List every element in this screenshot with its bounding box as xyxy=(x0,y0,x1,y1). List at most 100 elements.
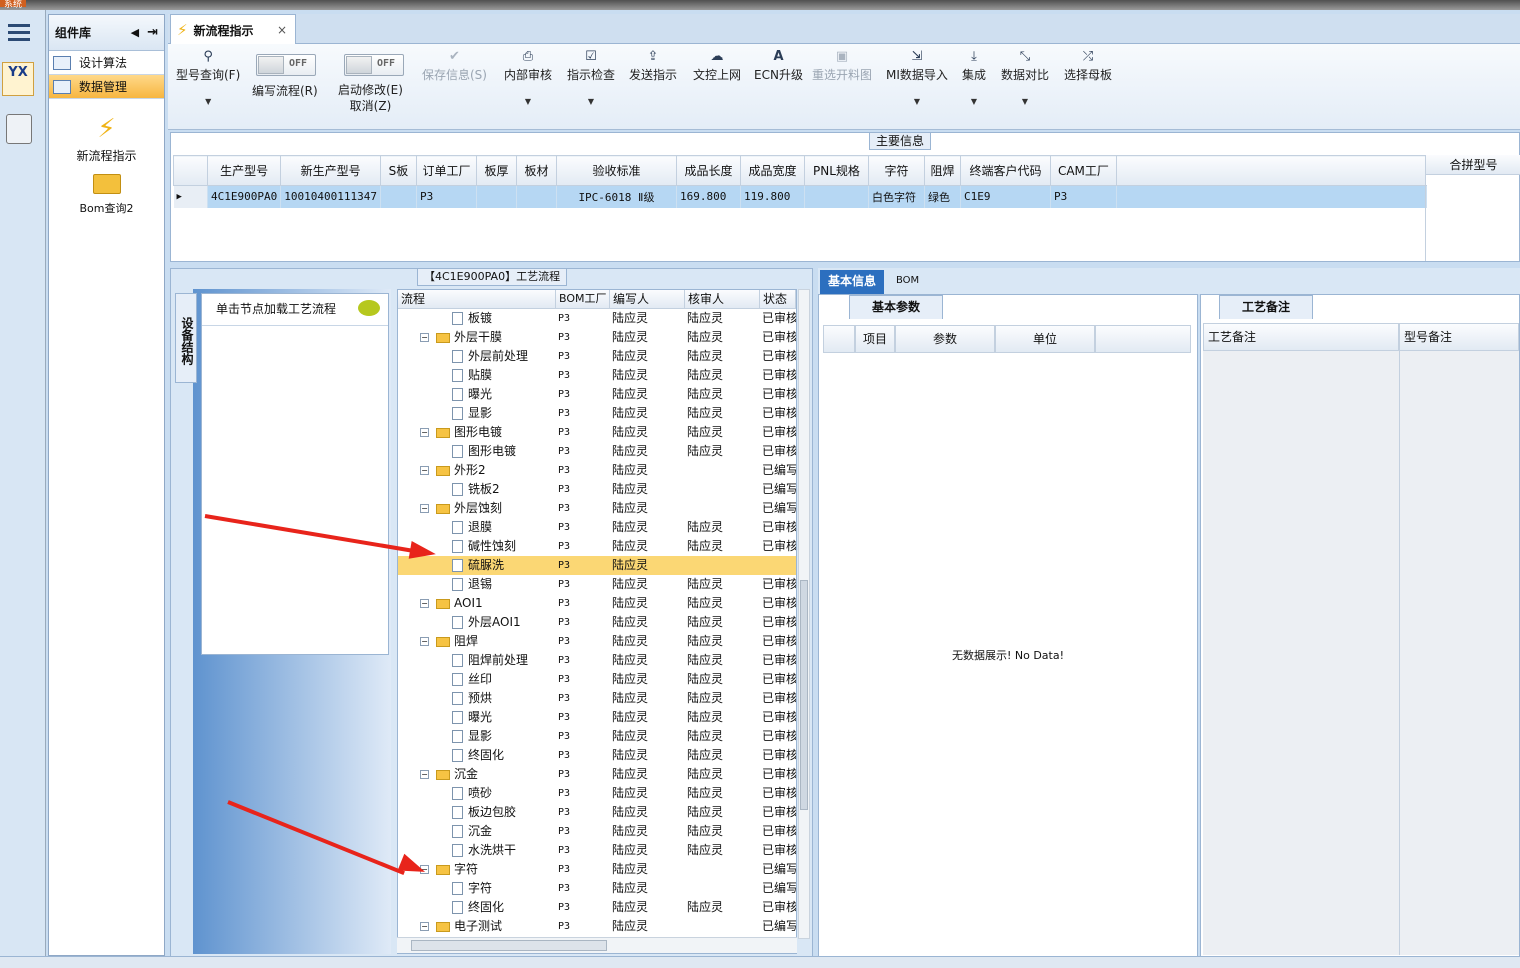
sidebar-item-design-algorithm[interactable]: 设计算法 xyxy=(49,51,164,75)
collapse-arrow-icon[interactable]: ◀ xyxy=(131,26,139,39)
column-header[interactable]: 订单工厂 xyxy=(415,155,477,186)
sidebar-item-data-management[interactable]: 数据管理 xyxy=(49,75,164,99)
dropdown-arrow-icon[interactable]: ▼ xyxy=(504,97,552,106)
dropdown-arrow-icon[interactable]: ▼ xyxy=(886,97,948,106)
tree-row[interactable]: 喷砂 P3 陆应灵 陆应灵 已审核 xyxy=(398,784,796,803)
collapse-toggle-icon[interactable]: − xyxy=(420,504,429,513)
grid-cell[interactable]: 绿色 xyxy=(924,185,961,208)
column-header[interactable]: 板材 xyxy=(515,155,557,186)
tree-row[interactable]: 曝光 P3 陆应灵 陆应灵 已审核 xyxy=(398,708,796,727)
tree-row[interactable]: 终固化 P3 陆应灵 陆应灵 已审核 xyxy=(398,898,796,917)
merge-model-header[interactable]: 合拼型号 xyxy=(1426,155,1520,175)
column-header[interactable]: 验收标准 xyxy=(555,155,677,186)
dropdown-arrow-icon[interactable]: ▼ xyxy=(962,97,986,106)
tree-row[interactable]: 终固化 P3 陆应灵 陆应灵 已审核 xyxy=(398,746,796,765)
tree-row[interactable]: 退膜 P3 陆应灵 陆应灵 已审核 xyxy=(398,518,796,537)
tree-row[interactable]: 硫脲洗 P3 陆应灵 xyxy=(398,556,796,575)
column-header[interactable]: 成品长度 xyxy=(675,155,741,186)
select-motherboard-button[interactable]: ⤮ 选择母板 xyxy=(1064,48,1112,83)
table-row[interactable]: ▶ 4C1E900PA0 10010400111347 P3 IPC-6018 … xyxy=(173,185,1427,208)
model-remark-area[interactable] xyxy=(1399,351,1519,955)
grid-cell[interactable] xyxy=(380,185,417,208)
column-header[interactable]: 字符 xyxy=(867,155,925,186)
column-header[interactable]: 成品宽度 xyxy=(739,155,805,186)
tree-row[interactable]: − 外层干膜 P3 陆应灵 陆应灵 已审核 xyxy=(398,328,796,347)
tree-row[interactable]: 板边包胶 P3 陆应灵 陆应灵 已审核 xyxy=(398,803,796,822)
column-header[interactable]: S板 xyxy=(379,155,417,186)
column-header[interactable]: 项目 xyxy=(855,325,895,353)
tab-equipment-structure[interactable]: 设备结构 xyxy=(175,293,197,383)
collapse-toggle-icon[interactable]: − xyxy=(420,922,429,931)
tab-basic-params[interactable]: 基本参数 xyxy=(849,295,944,319)
collapse-toggle-icon[interactable]: − xyxy=(420,333,429,342)
tab-new-flow[interactable]: ⚡ 新流程指示 × xyxy=(170,14,296,45)
internal-review-button[interactable]: ⎙ 内部审核 ▼ xyxy=(504,48,552,106)
calculator-app-icon[interactable] xyxy=(6,114,32,144)
collapse-toggle-icon[interactable]: − xyxy=(420,466,429,475)
save-info-button[interactable]: ✔ 保存信息(S) xyxy=(422,48,487,83)
tree-row[interactable]: 字符 P3 陆应灵 已编写 xyxy=(398,879,796,898)
column-header[interactable]: 新生产型号 xyxy=(280,155,381,186)
tree-row[interactable]: 退锡 P3 陆应灵 陆应灵 已审核 xyxy=(398,575,796,594)
collapse-toggle-icon[interactable]: − xyxy=(420,770,429,779)
tree-row[interactable]: 铣板2 P3 陆应灵 已编写 xyxy=(398,480,796,499)
tree-row[interactable]: 显影 P3 陆应灵 陆应灵 已审核 xyxy=(398,404,796,423)
column-header[interactable]: 状态 xyxy=(760,290,796,309)
grid-cell[interactable]: 4C1E900PA0 xyxy=(207,185,282,208)
tab-process-remark[interactable]: 工艺备注 xyxy=(1219,295,1314,319)
tree-row[interactable]: − 沉金 P3 陆应灵 陆应灵 已审核 xyxy=(398,765,796,784)
column-header[interactable]: 型号备注 xyxy=(1399,323,1519,351)
column-header[interactable]: 终端客户代码 xyxy=(959,155,1051,186)
tree-row[interactable]: 碱性蚀刻 P3 陆应灵 陆应灵 已审核 xyxy=(398,537,796,556)
tab-bom[interactable]: BOM xyxy=(888,270,927,294)
model-query-button[interactable]: ⚲ 型号查询(F) ▼ xyxy=(176,48,240,106)
tree-row[interactable]: − AOI1 P3 陆应灵 陆应灵 已审核 xyxy=(398,594,796,613)
ecn-upgrade-button[interactable]: A ECN升级 xyxy=(754,48,803,83)
tree-row[interactable]: 预烘 P3 陆应灵 陆应灵 已审核 xyxy=(398,689,796,708)
tree-row[interactable]: 显影 P3 陆应灵 陆应灵 已审核 xyxy=(398,727,796,746)
tree-row[interactable]: 板镀 P3 陆应灵 陆应灵 已审核 xyxy=(398,309,796,328)
write-flow-toggle[interactable]: OFF xyxy=(256,54,316,76)
tree-row[interactable]: 贴膜 P3 陆应灵 陆应灵 已审核 xyxy=(398,366,796,385)
publish-online-button[interactable]: ☁ 文控上网 xyxy=(693,48,741,83)
column-header[interactable]: 核审人 xyxy=(685,290,760,309)
grid-cell[interactable]: 169.800 xyxy=(676,185,741,208)
enable-edit-toggle[interactable]: OFF xyxy=(344,54,404,76)
grid-cell[interactable]: C1E9 xyxy=(960,185,1051,208)
column-header[interactable]: 编写人 xyxy=(610,290,685,309)
process-remark-area[interactable] xyxy=(1203,351,1399,955)
tab-basic-info[interactable]: 基本信息 xyxy=(820,270,885,294)
collapse-toggle-icon[interactable]: − xyxy=(420,599,429,608)
tree-row[interactable]: 阻焊前处理 P3 陆应灵 陆应灵 已审核 xyxy=(398,651,796,670)
column-header[interactable]: PNL规格 xyxy=(803,155,869,186)
column-header[interactable]: 阻焊 xyxy=(923,155,961,186)
grid-cell[interactable] xyxy=(476,185,517,208)
tree-row[interactable]: 沉金 P3 陆应灵 陆应灵 已审核 xyxy=(398,822,796,841)
grid-cell[interactable]: IPC-6018 Ⅱ级 xyxy=(556,185,677,208)
app-bom-query[interactable]: Bom查询2 xyxy=(49,174,164,216)
mi-import-button[interactable]: ⇲ MI数据导入 ▼ xyxy=(886,48,948,106)
dropdown-arrow-icon[interactable]: ▼ xyxy=(567,97,615,106)
column-header[interactable]: 生产型号 xyxy=(206,155,282,186)
grid-cell[interactable]: P3 xyxy=(1050,185,1117,208)
tree-horizontal-scrollbar[interactable] xyxy=(397,937,797,953)
grid-cell[interactable]: 10010400111347 xyxy=(280,185,381,208)
column-header[interactable]: 单位 xyxy=(995,325,1095,353)
tree-row[interactable]: 外层前处理 P3 陆应灵 陆应灵 已审核 xyxy=(398,347,796,366)
dropdown-arrow-icon[interactable]: ▼ xyxy=(1001,97,1049,106)
tree-row[interactable]: 外层AOI1 P3 陆应灵 陆应灵 已审核 xyxy=(398,613,796,632)
instruction-check-button[interactable]: ☑ 指示检查 ▼ xyxy=(567,48,615,106)
tree-row[interactable]: − 电子测试 P3 陆应灵 已编写 xyxy=(398,917,796,936)
tree-row[interactable]: − 阻焊 P3 陆应灵 陆应灵 已审核 xyxy=(398,632,796,651)
data-compare-button[interactable]: ⤡ 数据对比 ▼ xyxy=(1001,48,1049,106)
tree-row[interactable]: 图形电镀 P3 陆应灵 陆应灵 已审核 xyxy=(398,442,796,461)
reselect-cutting-button[interactable]: ▣ 重选开料图 xyxy=(812,48,872,83)
collapse-toggle-icon[interactable]: − xyxy=(420,428,429,437)
column-header[interactable]: 流程 xyxy=(398,290,556,309)
integrate-button[interactable]: ⤓ 集成 ▼ xyxy=(962,48,986,106)
grid-cell[interactable]: P3 xyxy=(416,185,477,208)
column-header[interactable]: 参数 xyxy=(895,325,995,353)
column-header[interactable]: 板厚 xyxy=(475,155,517,186)
tree-vertical-scrollbar[interactable] xyxy=(798,289,810,939)
tab-close-icon[interactable]: × xyxy=(277,23,287,37)
